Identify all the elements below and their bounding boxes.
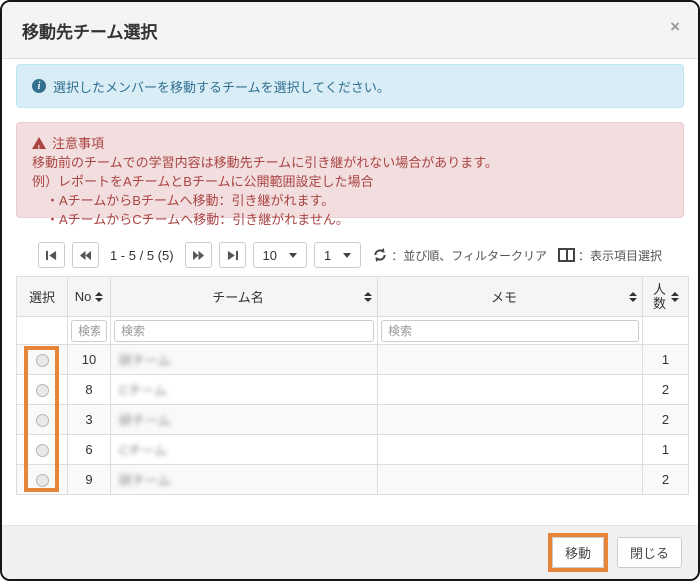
- team-no: 9: [68, 465, 111, 495]
- close-button[interactable]: 閉じる: [617, 537, 682, 568]
- team-name-blurred: 研チーム: [119, 413, 171, 428]
- table-filter-row: [17, 317, 689, 345]
- team-memo: [378, 405, 643, 435]
- sort-icon: [95, 292, 103, 302]
- team-count: 1: [643, 435, 689, 465]
- team-memo: [378, 345, 643, 375]
- move-button[interactable]: 移動: [552, 537, 604, 568]
- page-number-value: 1: [324, 248, 331, 263]
- team-no: 3: [68, 405, 111, 435]
- prev-page-button[interactable]: [72, 242, 99, 268]
- warning-icon: !: [32, 137, 46, 149]
- team-radio[interactable]: [36, 444, 49, 457]
- team-radio[interactable]: [36, 414, 49, 427]
- warning-line: 例）レポートをAチームとBチームに公開範囲設定した場合: [32, 172, 668, 191]
- team-table: 選択 No チーム名 メモ 人数: [16, 276, 689, 495]
- page-title: 移動先チーム選択: [22, 18, 158, 43]
- annotation-box-move-button: 移動: [548, 533, 608, 572]
- team-no: 8: [68, 375, 111, 405]
- team-name-blurred: 研チーム: [119, 353, 171, 368]
- pagination: 1 - 5 / 5 (5) 10 1: [16, 242, 684, 268]
- sort-filter-clear-label: ：並び順、フィルタークリア: [391, 247, 547, 264]
- info-alert: i 選択したメンバーを移動するチームを選択してください。: [16, 64, 684, 108]
- info-icon: i: [32, 79, 46, 93]
- table-row: 3 研チーム 2: [17, 405, 689, 435]
- page-size-value: 10: [263, 248, 277, 263]
- column-header-memo[interactable]: メモ: [378, 277, 643, 317]
- table-row: 9 研チーム 2: [17, 465, 689, 495]
- column-header-count[interactable]: 人数: [643, 277, 689, 317]
- search-input-no[interactable]: [71, 320, 107, 342]
- table-row: 8 Cチーム 2: [17, 375, 689, 405]
- team-name-blurred: Cチーム: [119, 383, 167, 398]
- warning-alert: ! 注意事項 移動前のチームでの学習内容は移動先チームに引き継がれない場合があり…: [16, 122, 684, 218]
- page-number-select[interactable]: 1: [314, 242, 361, 268]
- team-name-blurred: 研チーム: [119, 473, 171, 488]
- team-radio[interactable]: [36, 354, 49, 367]
- team-radio[interactable]: [36, 384, 49, 397]
- team-count: 2: [643, 465, 689, 495]
- team-select-modal: 移動先チーム選択 × i 選択したメンバーを移動するチームを選択してください。 …: [0, 0, 700, 581]
- modal-header: 移動先チーム選択 ×: [2, 2, 698, 59]
- table-row: 10 研チーム 1: [17, 345, 689, 375]
- table-header-row: 選択 No チーム名 メモ 人数: [17, 277, 689, 317]
- warning-heading: 注意事項: [52, 134, 104, 153]
- page-range-info: 1 - 5 / 5 (5): [106, 248, 178, 263]
- table-row: 6 Cチーム 1: [17, 435, 689, 465]
- chevron-down-icon: [289, 253, 297, 258]
- refresh-icon[interactable]: [372, 247, 388, 263]
- search-input-team[interactable]: [114, 320, 374, 342]
- warning-line: 移動前のチームでの学習内容は移動先チームに引き継がれない場合があります。: [32, 153, 668, 172]
- next-page-button[interactable]: [185, 242, 212, 268]
- search-input-memo[interactable]: [381, 320, 639, 342]
- warning-line: ・AチームからCチームへ移動：引き継がれません。: [32, 210, 668, 229]
- column-select-icon[interactable]: [558, 248, 575, 262]
- team-name-blurred: Cチーム: [119, 443, 167, 458]
- info-alert-text: 選択したメンバーを移動するチームを選択してください。: [53, 77, 390, 96]
- warning-line: ・AチームからBチームへ移動：引き継がれます。: [32, 191, 668, 210]
- team-count: 2: [643, 405, 689, 435]
- team-memo: [378, 375, 643, 405]
- column-header-no[interactable]: No: [68, 277, 111, 317]
- column-select-label: ：表示項目選択: [578, 247, 662, 264]
- page-size-select[interactable]: 10: [253, 242, 307, 268]
- last-page-button[interactable]: [219, 242, 246, 268]
- team-no: 6: [68, 435, 111, 465]
- sort-icon: [629, 292, 637, 302]
- chevron-down-icon: [343, 253, 351, 258]
- team-count: 1: [643, 345, 689, 375]
- team-memo: [378, 435, 643, 465]
- modal-body: i 選択したメンバーを移動するチームを選択してください。 ! 注意事項 移動前の…: [2, 59, 698, 495]
- first-page-button[interactable]: [38, 242, 65, 268]
- team-radio[interactable]: [36, 474, 49, 487]
- team-no: 10: [68, 345, 111, 375]
- column-header-select: 選択: [17, 277, 68, 317]
- team-memo: [378, 465, 643, 495]
- team-count: 2: [643, 375, 689, 405]
- column-header-team[interactable]: チーム名: [111, 277, 378, 317]
- modal-footer: 移動 閉じる: [2, 525, 698, 579]
- sort-icon: [671, 292, 679, 302]
- close-icon[interactable]: ×: [670, 18, 680, 35]
- sort-icon: [364, 292, 372, 302]
